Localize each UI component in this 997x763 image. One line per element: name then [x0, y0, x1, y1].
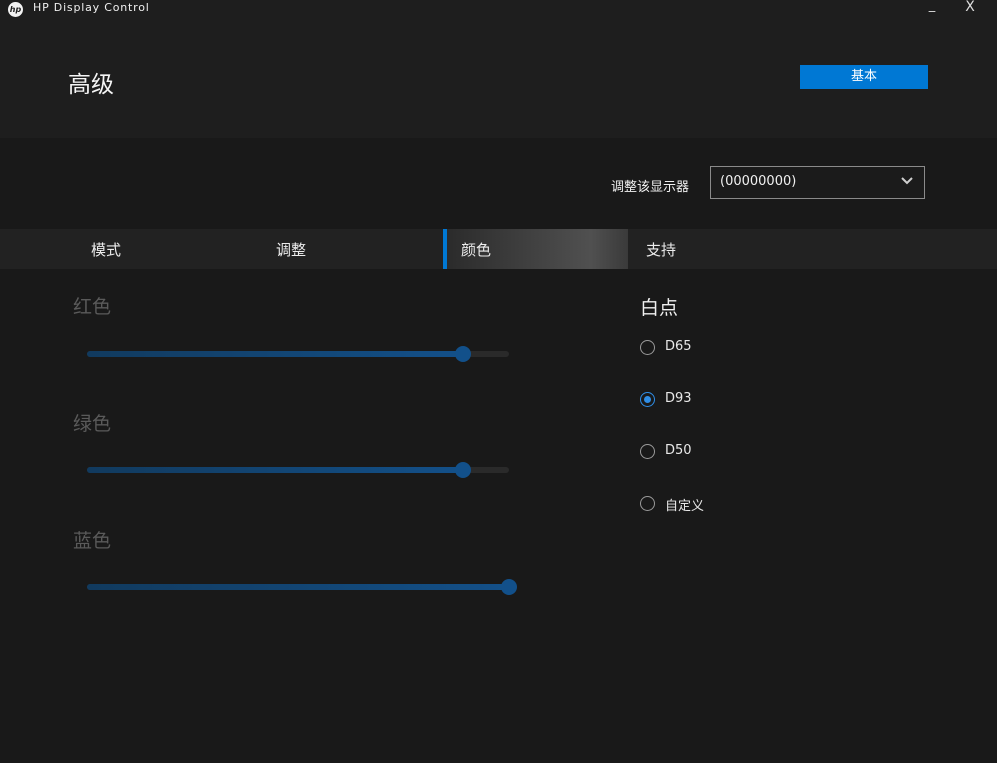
tab-label: 调整 — [276, 241, 307, 259]
radio-label: D50 — [665, 443, 692, 458]
tab-label: 支持 — [646, 241, 677, 259]
header: 高级 基本 — [0, 22, 997, 138]
tab-bar: 模式 调整 颜色 支持 — [0, 229, 997, 269]
white-point-title: 白点 — [640, 297, 679, 319]
app-title: HP Display Control — [33, 1, 150, 14]
radio-circle[interactable] — [640, 496, 655, 511]
blue-slider[interactable] — [87, 579, 517, 595]
hp-logo-icon: hp — [8, 2, 23, 17]
tab-color[interactable]: 颜色 — [443, 229, 628, 269]
radio-circle[interactable] — [640, 340, 655, 355]
slider-fill — [87, 584, 509, 590]
red-slider-label: 红色 — [73, 296, 112, 318]
page-title: 高级 — [68, 72, 114, 98]
active-tab-indicator — [443, 229, 447, 269]
slider-thumb[interactable] — [454, 462, 471, 478]
blue-slider-label: 蓝色 — [73, 530, 112, 552]
title-bar: hp HP Display Control _ X — [0, 0, 997, 22]
tab-adjust[interactable]: 调整 — [185, 229, 370, 269]
monitor-select-label: 调整该显示器 — [611, 180, 690, 195]
slider-fill — [87, 351, 463, 357]
tab-label: 颜色 — [461, 241, 492, 259]
minimize-button[interactable]: _ — [924, 0, 940, 16]
radio-label: 自定义 — [665, 499, 705, 514]
slider-fill — [87, 467, 463, 473]
slider-thumb[interactable] — [454, 346, 471, 362]
basic-mode-button[interactable]: 基本 — [800, 65, 928, 89]
red-slider[interactable] — [87, 346, 509, 362]
radio-circle[interactable] — [640, 392, 655, 407]
green-slider-label: 绿色 — [73, 413, 112, 435]
tab-label: 模式 — [91, 241, 122, 259]
monitor-dropdown[interactable]: (00000000) — [710, 166, 925, 199]
radio-label: D93 — [665, 391, 692, 406]
close-button[interactable]: X — [962, 0, 978, 17]
slider-thumb[interactable] — [501, 579, 517, 595]
radio-label: D65 — [665, 339, 692, 354]
radio-circle[interactable] — [640, 444, 655, 459]
green-slider[interactable] — [87, 462, 509, 478]
monitor-dropdown-value: (00000000) — [720, 174, 797, 189]
tab-support[interactable]: 支持 — [628, 229, 813, 269]
chevron-down-icon — [901, 177, 913, 185]
tab-mode[interactable]: 模式 — [0, 229, 185, 269]
